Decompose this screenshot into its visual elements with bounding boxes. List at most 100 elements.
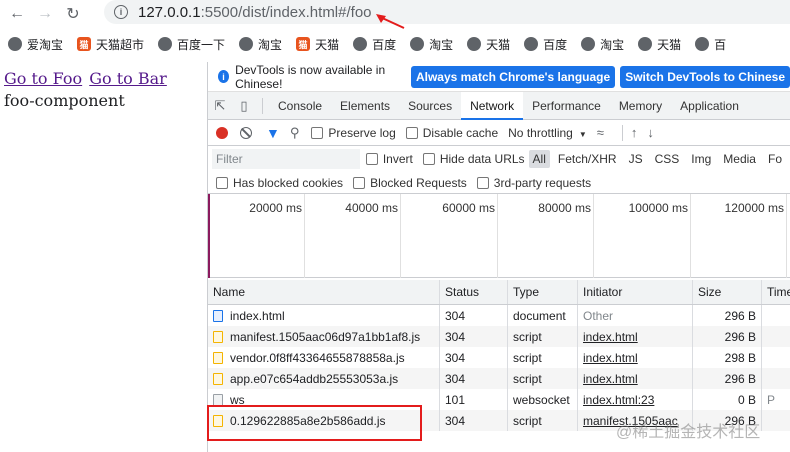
bookmark-item[interactable]: 天猫 — [638, 36, 681, 53]
search-icon[interactable]: ⚲ — [290, 125, 300, 141]
disable-cache-checkbox[interactable]: Disable cache — [405, 126, 498, 140]
tab-sources[interactable]: Sources — [399, 92, 461, 120]
checkbox-box[interactable] — [405, 126, 418, 139]
checkbox-box[interactable] — [311, 126, 324, 139]
checkbox-box[interactable] — [216, 176, 228, 189]
import-har-icon[interactable]: ↑ — [631, 125, 638, 140]
match-language-button[interactable]: Always match Chrome's language — [410, 65, 616, 88]
checkbox-box[interactable] — [353, 176, 366, 189]
device-toolbar-icon[interactable]: ▯ — [232, 98, 256, 114]
column-header-name[interactable]: Name — [208, 280, 440, 304]
forward-arrow-icon[interactable]: → — [34, 3, 56, 25]
cell-size-text: 0 B — [737, 392, 756, 407]
script-file-icon — [213, 330, 223, 343]
bookmark-item[interactable]: 百度 — [524, 36, 567, 53]
document-file-icon — [213, 309, 223, 322]
column-header-time[interactable]: Time — [762, 280, 790, 304]
tab-memory[interactable]: Memory — [610, 92, 671, 120]
bookmark-label: 天猫 — [657, 37, 682, 52]
table-row[interactable]: vendor.0f8ff43364655878858a.js 304 script i… — [208, 347, 790, 368]
go-to-bar-link[interactable]: Go to Bar — [89, 69, 167, 88]
switch-language-button[interactable]: Switch DevTools to Chinese — [620, 65, 790, 88]
globe-icon — [695, 37, 710, 51]
bookmark-item[interactable]: 猫天猫 — [296, 36, 339, 53]
record-icon[interactable] — [216, 126, 228, 139]
checkbox-box[interactable] — [476, 176, 489, 189]
checkbox-box[interactable] — [365, 153, 378, 165]
cell-name: manifest.1505aac06d97a1bb1af8.js — [208, 326, 440, 347]
checkbox-box[interactable] — [422, 153, 435, 165]
cell-type-text: script — [513, 413, 542, 428]
tab-console[interactable]: Console — [269, 92, 331, 120]
tab-performance[interactable]: Performance — [523, 92, 610, 120]
cell-initiator-text[interactable]: index.html — [583, 330, 638, 344]
type-filter-all[interactable]: All — [528, 150, 550, 168]
type-filter-css[interactable]: CSS — [651, 150, 684, 168]
back-arrow-icon[interactable]: ← — [6, 3, 28, 25]
table-row[interactable]: manifest.1505aac06d97a1bb1af8.js 304 scrip… — [208, 326, 790, 347]
throttling-select[interactable]: No throttling ▼ — [508, 126, 587, 140]
type-filter-media[interactable]: Media — [719, 150, 760, 168]
cell-name: vendor.0f8ff43364655878858a.js — [208, 347, 440, 368]
bookmark-item[interactable]: 淘宝 — [410, 36, 453, 53]
bookmark-label: 天猫 — [315, 37, 340, 52]
bookmark-item[interactable]: 淘宝 — [581, 36, 624, 53]
globe-icon — [239, 37, 254, 51]
timeline-marker — [208, 194, 210, 278]
tab-application[interactable]: Application — [671, 92, 748, 120]
table-header: Name Status Type Initiator Size Time — [208, 280, 790, 305]
bookmark-item[interactable]: 百度一下 — [158, 36, 225, 53]
invert-checkbox[interactable]: Invert — [365, 152, 413, 166]
type-filter-img[interactable]: Img — [687, 150, 715, 168]
cell-initiator: index.html — [578, 347, 693, 368]
cell-name-text: vendor.0f8ff43364655878858a.js — [230, 350, 405, 365]
export-har-icon[interactable]: ↓ — [647, 125, 654, 140]
filter-funnel-icon[interactable]: ▼ — [266, 125, 280, 141]
blocked-cookies-checkbox[interactable]: Has blocked cookies — [216, 176, 343, 190]
bookmark-item[interactable]: 百 — [695, 36, 726, 53]
type-filter-fetch-xhr[interactable]: Fetch/XHR — [554, 150, 621, 168]
column-header-status[interactable]: Status — [440, 280, 508, 304]
tab-elements[interactable]: Elements — [331, 92, 399, 120]
cell-size-text: 296 B — [724, 329, 756, 344]
bookmark-item[interactable]: 淘宝 — [239, 36, 282, 53]
bookmark-label: 淘宝 — [258, 37, 283, 52]
go-to-foo-link[interactable]: Go to Foo — [4, 69, 82, 88]
cell-initiator-text[interactable]: index.html — [583, 351, 638, 365]
cell-size: 0 B — [693, 389, 762, 410]
bookmark-item[interactable]: 猫天猫超市 — [77, 36, 144, 53]
globe-icon — [638, 37, 653, 51]
column-header-type[interactable]: Type — [508, 280, 578, 304]
column-header-initiator[interactable]: Initiator — [578, 280, 693, 304]
reload-icon[interactable]: ↻ — [62, 3, 84, 25]
info-icon: i — [218, 70, 230, 83]
hide-data-urls-checkbox[interactable]: Hide data URLs — [422, 152, 525, 166]
cell-initiator-text[interactable]: index.html:23 — [583, 393, 654, 407]
network-overview-timeline[interactable]: 20000 ms 40000 ms 60000 ms 80000 ms 100000 m… — [208, 194, 790, 278]
type-filter-js[interactable]: JS — [625, 150, 647, 168]
bookmark-label: 百度一下 — [177, 37, 226, 52]
bookmark-label: 百 — [714, 37, 727, 52]
bookmark-item[interactable]: 百度 — [353, 36, 396, 53]
invert-label: Invert — [382, 152, 413, 166]
cell-initiator-text[interactable]: index.html — [583, 372, 638, 386]
tab-network[interactable]: Network — [461, 91, 524, 120]
filter-input[interactable]: Filter — [212, 149, 360, 169]
address-bar[interactable]: i 127.0.0.1:5500/dist/index.html#/foo — [104, 0, 790, 24]
type-filter-fo[interactable]: Fo — [764, 150, 786, 168]
clear-icon[interactable] — [240, 126, 252, 139]
bookmark-item[interactable]: 天猫 — [467, 36, 510, 53]
preserve-log-checkbox[interactable]: Preserve log — [311, 126, 396, 140]
site-info-icon[interactable]: i — [114, 5, 128, 19]
blocked-requests-checkbox[interactable]: Blocked Requests — [353, 176, 467, 190]
network-conditions-icon[interactable]: ≈ — [597, 125, 604, 140]
bookmark-item[interactable]: 爱淘宝 — [8, 36, 63, 53]
cell-size: 298 B — [693, 347, 762, 368]
table-row[interactable]: app.e07c654addb25553053a.js 304 script inde… — [208, 368, 790, 389]
table-row[interactable]: index.html 304 document Other 296 B — [208, 305, 790, 326]
cell-name-text: manifest.1505aac06d97a1bb1af8.js — [230, 329, 421, 344]
inspect-element-icon[interactable]: ⇱ — [208, 98, 232, 114]
column-header-size[interactable]: Size — [693, 280, 762, 304]
third-party-checkbox[interactable]: 3rd-party requests — [476, 176, 591, 190]
url-text[interactable]: 127.0.0.1:5500/dist/index.html#/foo — [138, 4, 372, 21]
